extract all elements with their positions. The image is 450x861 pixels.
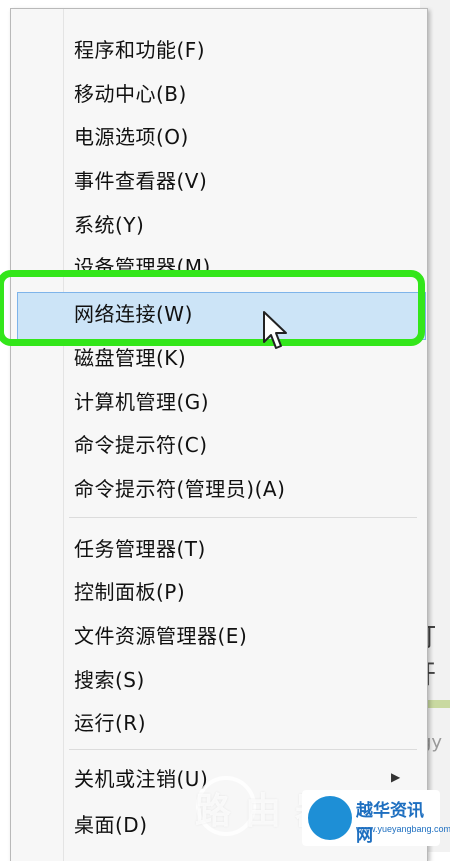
menu-item-label: 桌面(D) <box>74 812 148 837</box>
menu-item-event-viewer[interactable]: 事件查看器(V) <box>11 159 427 199</box>
menu-item-computer-management[interactable]: 计算机管理(G) <box>11 380 427 420</box>
menu-item-label: 搜索(S) <box>74 667 145 692</box>
menu-item-label: 命令提示符(C) <box>74 432 208 457</box>
menu-item-run[interactable]: 运行(R) <box>11 701 427 741</box>
menu-item-label: 电源选项(O) <box>74 124 189 149</box>
menu-item-label: 程序和功能(F) <box>74 37 206 62</box>
menu-item-task-manager[interactable]: 任务管理器(T) <box>11 527 427 567</box>
menu-item-power-options[interactable]: 电源选项(O) <box>11 115 427 155</box>
menu-item-command-prompt[interactable]: 命令提示符(C) <box>11 423 427 463</box>
site-badge: 越华资讯网 www.yueyangbang.com <box>302 790 450 846</box>
menu-item-file-explorer[interactable]: 文件资源管理器(E) <box>11 614 427 654</box>
mouse-pointer-icon <box>262 310 292 356</box>
menu-item-label: 文件资源管理器(E) <box>74 623 248 648</box>
menu-item-search[interactable]: 搜索(S) <box>11 658 427 698</box>
menu-item-label: 运行(R) <box>74 710 147 735</box>
menu-item-label: 控制面板(P) <box>74 579 186 604</box>
site-logo-icon <box>308 796 352 840</box>
annotation-highlight-ring <box>0 270 425 346</box>
menu-item-label: 任务管理器(T) <box>74 536 206 561</box>
menu-item-programs-features[interactable]: 程序和功能(F) <box>11 28 427 68</box>
menu-separator <box>69 749 417 750</box>
menu-item-label: 事件查看器(V) <box>74 168 208 193</box>
menu-item-label: 系统(Y) <box>74 212 145 237</box>
submenu-arrow-icon: ▶ <box>391 770 401 784</box>
menu-item-label: 关机或注销(U) <box>74 766 209 791</box>
menu-item-label: 移动中心(B) <box>74 81 187 106</box>
winx-context-menu: 程序和功能(F) 移动中心(B) 电源选项(O) 事件查看器(V) 系统(Y) … <box>10 8 428 861</box>
menu-item-label: 计算机管理(G) <box>74 389 210 414</box>
menu-item-mobility-center[interactable]: 移动中心(B) <box>11 72 427 112</box>
menu-item-control-panel[interactable]: 控制面板(P) <box>11 570 427 610</box>
menu-item-system[interactable]: 系统(Y) <box>11 203 427 243</box>
menu-item-command-prompt-admin[interactable]: 命令提示符(管理员)(A) <box>11 467 427 507</box>
menu-separator <box>69 517 417 518</box>
site-badge-url: www.yueyangbang.com <box>356 824 450 834</box>
site-badge-title: 越华资讯网 <box>356 801 424 845</box>
menu-item-label: 命令提示符(管理员)(A) <box>74 476 286 501</box>
background-bar <box>428 700 450 708</box>
